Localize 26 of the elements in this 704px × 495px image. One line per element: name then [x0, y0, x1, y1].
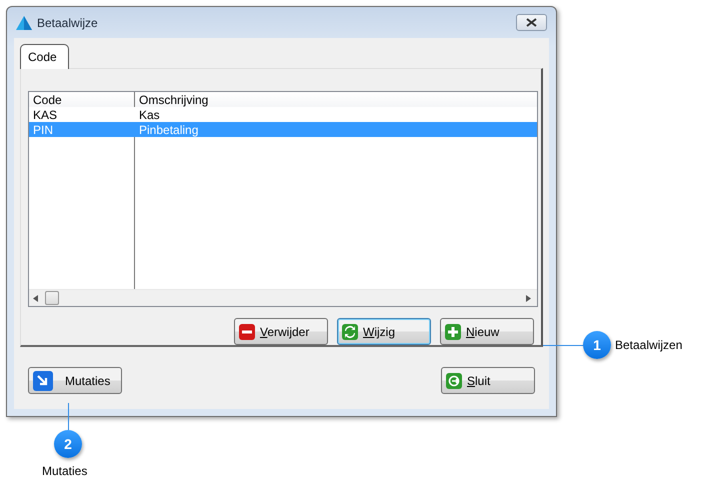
close-button[interactable]: Sluit: [441, 367, 535, 394]
window-title: Betaalwijze: [37, 16, 99, 30]
close-icon: [526, 18, 537, 27]
delete-button[interactable]: Verwijder: [234, 318, 328, 345]
mutations-button[interactable]: Mutaties: [28, 367, 122, 394]
add-button[interactable]: Nieuw: [440, 318, 534, 345]
callout-badge: 1: [583, 331, 611, 359]
scroll-thumb[interactable]: [45, 291, 59, 305]
leader-line: [543, 345, 585, 346]
leader-line: [68, 403, 69, 430]
table-cell[interactable]: KAS: [29, 107, 135, 122]
right-arrow-icon: [526, 294, 532, 302]
callout-badge: 2: [54, 430, 82, 458]
tab[interactable]: Code: [20, 44, 69, 69]
refresh-icon: [342, 324, 358, 340]
callout-label: Betaalwijzen: [615, 338, 682, 352]
edit-button[interactable]: Wijzig: [337, 318, 431, 345]
plus-icon: [445, 324, 461, 340]
horizontal-scrollbar[interactable]: [29, 289, 537, 306]
left-arrow-icon: [33, 294, 39, 302]
triangle-icon: [16, 16, 32, 30]
table-cell[interactable]: Kas: [135, 107, 537, 122]
callout-label: Mutaties: [42, 464, 88, 478]
minus-icon: [239, 324, 255, 340]
exit-icon: [446, 372, 462, 388]
close-button[interactable]: [516, 14, 547, 31]
